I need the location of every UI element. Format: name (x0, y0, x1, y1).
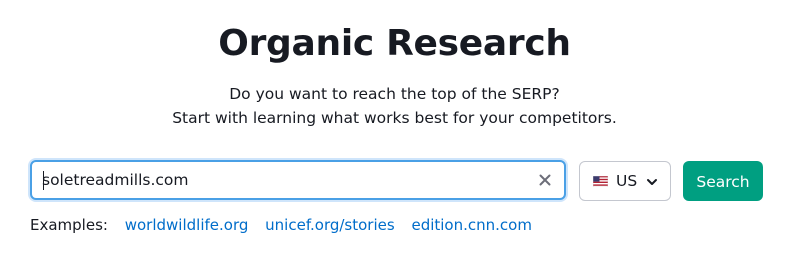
subtitle-line-1: Do you want to reach the top of the SERP… (229, 85, 560, 103)
page-title: Organic Research (218, 23, 571, 64)
search-button[interactable]: Search (683, 161, 763, 201)
close-icon[interactable] (536, 171, 554, 189)
example-link-cnn[interactable]: edition.cnn.com (411, 216, 531, 234)
domain-search-field[interactable] (30, 160, 566, 200)
domain-search-input[interactable] (42, 162, 522, 198)
us-flag-icon (593, 176, 608, 187)
country-selected-label: US (616, 172, 638, 190)
example-link-unicef[interactable]: unicef.org/stories (265, 216, 395, 234)
text-cursor (43, 171, 44, 190)
examples-row: Examples: worldwildlife.org unicef.org/s… (30, 214, 544, 236)
country-dropdown[interactable]: US (579, 161, 671, 201)
examples-label: Examples: (30, 216, 108, 234)
subtitle-line-2: Start with learning what works best for … (172, 109, 617, 127)
example-link-worldwildlife[interactable]: worldwildlife.org (125, 216, 249, 234)
chevron-down-icon (647, 179, 657, 185)
